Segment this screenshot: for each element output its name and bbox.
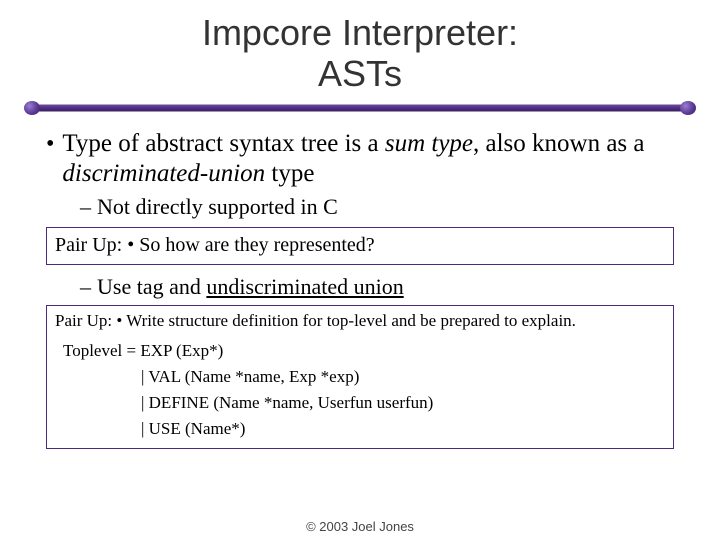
grammar-line-2: | VAL (Name *name, Exp *exp) — [63, 364, 665, 390]
pairup-box-2: Pair Up: • Write structure definition fo… — [46, 305, 674, 449]
bullet-em2: discriminated-union — [62, 160, 265, 187]
sub2-underline: undiscriminated union — [206, 274, 403, 299]
bullet-mid: , also known as a — [473, 130, 645, 157]
pairup-1-text: Pair Up: • So how are they represented? — [47, 228, 673, 264]
pairup-box-1: Pair Up: • So how are they represented? — [46, 227, 674, 265]
pairup-2-text: Pair Up: • Write structure definition fo… — [47, 306, 673, 338]
grammar-line-3: | DEFINE (Name *name, Userfun userfun) — [63, 390, 665, 416]
divider-cap-right — [680, 101, 696, 115]
divider-bar — [30, 104, 690, 111]
sub-bullet-2-text: Use tag and undiscriminated union — [97, 273, 404, 301]
grammar-line-4: | USE (Name*) — [63, 416, 665, 442]
divider-cap-left — [24, 101, 40, 115]
content-area: • Type of abstract syntax tree is a sum … — [40, 129, 680, 449]
dash-icon: – — [80, 193, 91, 221]
title-line-1: Impcore Interpreter: — [202, 12, 518, 53]
slide-title: Impcore Interpreter: ASTs — [40, 12, 680, 95]
title-line-2: ASTs — [318, 53, 402, 94]
bullet-em1: sum type — [385, 130, 473, 157]
grammar-line-1: Toplevel = EXP (Exp*) — [63, 338, 665, 364]
sub-bullet-1-text: Not directly supported in C — [97, 193, 338, 221]
sub-bullet-2: – Use tag and undiscriminated union — [80, 273, 674, 301]
bullet-dot-icon: • — [46, 129, 54, 189]
bullet-pre: Type of abstract syntax tree is a — [62, 130, 384, 157]
bullet-text: Type of abstract syntax tree is a sum ty… — [62, 129, 674, 189]
dash-icon: – — [80, 273, 91, 301]
slide: Impcore Interpreter: ASTs • Type of abst… — [0, 0, 720, 540]
footer-copyright: © 2003 Joel Jones — [0, 519, 720, 534]
grammar-block: Toplevel = EXP (Exp*) | VAL (Name *name,… — [47, 338, 673, 448]
title-divider — [30, 101, 690, 115]
bullet-item: • Type of abstract syntax tree is a sum … — [46, 129, 674, 189]
sub2-pre: Use tag and — [97, 274, 206, 299]
sub-bullet-1: – Not directly supported in C — [80, 193, 674, 221]
bullet-post: type — [265, 160, 314, 187]
